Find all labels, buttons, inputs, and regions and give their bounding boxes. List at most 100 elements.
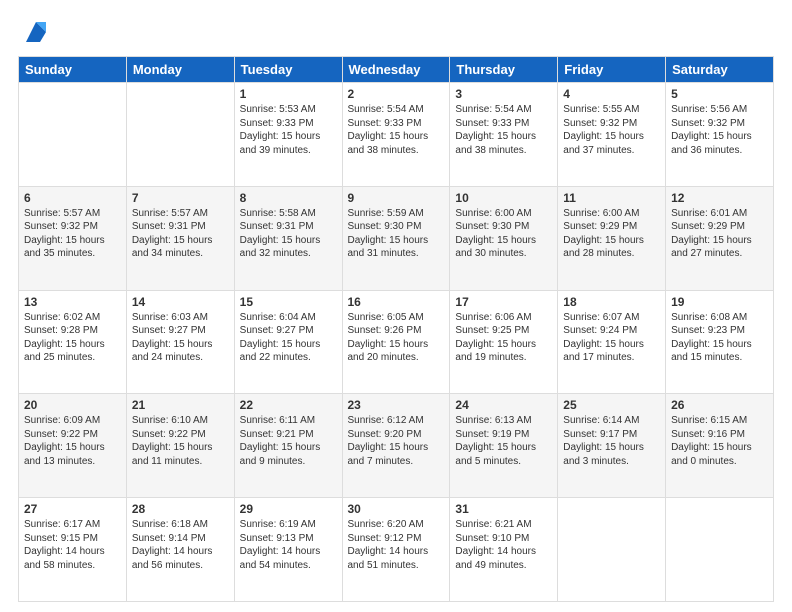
day-number: 6 [24,191,121,205]
day-cell: 10 Sunrise: 6:00 AMSunset: 9:30 PMDayligh… [450,186,558,290]
day-info: Sunrise: 6:18 AMSunset: 9:14 PMDaylight:… [132,518,229,572]
day-cell: 29 Sunrise: 6:19 AMSunset: 9:13 PMDayligh… [234,498,342,602]
day-number: 23 [348,398,445,412]
header-monday: Monday [126,57,234,83]
day-cell: 22 Sunrise: 6:11 AMSunset: 9:21 PMDayligh… [234,394,342,498]
day-number: 9 [348,191,445,205]
day-info: Sunrise: 6:00 AMSunset: 9:30 PMDaylight:… [455,207,552,261]
day-number: 3 [455,87,552,101]
day-cell [126,83,234,187]
day-cell: 27 Sunrise: 6:17 AMSunset: 9:15 PMDayligh… [19,498,127,602]
logo [18,18,50,46]
day-info: Sunrise: 5:56 AMSunset: 9:32 PMDaylight:… [671,103,768,157]
day-number: 13 [24,295,121,309]
day-cell: 18Sunrise: 6:07 AMSunset: 9:24 PMDayligh… [558,290,666,394]
day-cell: 20 Sunrise: 6:09 AMSunset: 9:22 PMDayligh… [19,394,127,498]
day-cell: 5 Sunrise: 5:56 AMSunset: 9:32 PMDaylight… [666,83,774,187]
day-number: 22 [240,398,337,412]
day-info: Sunrise: 6:00 AMSunset: 9:29 PMDaylight:… [563,207,660,261]
day-cell: 13Sunrise: 6:02 AMSunset: 9:28 PMDayligh… [19,290,127,394]
week-row-3: 13Sunrise: 6:02 AMSunset: 9:28 PMDayligh… [19,290,774,394]
day-cell: 7 Sunrise: 5:57 AMSunset: 9:31 PMDaylight… [126,186,234,290]
day-number: 17 [455,295,552,309]
day-cell: 25 Sunrise: 6:14 AMSunset: 9:17 PMDayligh… [558,394,666,498]
header-thursday: Thursday [450,57,558,83]
day-number: 10 [455,191,552,205]
header-wednesday: Wednesday [342,57,450,83]
day-number: 16 [348,295,445,309]
day-info: Sunrise: 6:12 AMSunset: 9:20 PMDaylight:… [348,414,445,468]
header-friday: Friday [558,57,666,83]
header-tuesday: Tuesday [234,57,342,83]
header [18,18,774,46]
day-cell: 15Sunrise: 6:04 AMSunset: 9:27 PMDayligh… [234,290,342,394]
day-info: Sunrise: 6:14 AMSunset: 9:17 PMDaylight:… [563,414,660,468]
day-info: Sunrise: 6:10 AMSunset: 9:22 PMDaylight:… [132,414,229,468]
day-cell [666,498,774,602]
day-number: 21 [132,398,229,412]
day-cell: 23 Sunrise: 6:12 AMSunset: 9:20 PMDayligh… [342,394,450,498]
day-cell: 9 Sunrise: 5:59 AMSunset: 9:30 PMDaylight… [342,186,450,290]
day-info: Sunrise: 6:01 AMSunset: 9:29 PMDaylight:… [671,207,768,261]
day-cell: 14Sunrise: 6:03 AMSunset: 9:27 PMDayligh… [126,290,234,394]
day-info: Sunrise: 5:53 AMSunset: 9:33 PMDaylight:… [240,103,337,157]
day-number: 19 [671,295,768,309]
day-info: Sunrise: 6:13 AMSunset: 9:19 PMDaylight:… [455,414,552,468]
day-cell: 2Sunrise: 5:54 AMSunset: 9:33 PMDaylight… [342,83,450,187]
header-sunday: Sunday [19,57,127,83]
day-info: Sunrise: 6:20 AMSunset: 9:12 PMDaylight:… [348,518,445,572]
day-info: Sunrise: 6:11 AMSunset: 9:21 PMDaylight:… [240,414,337,468]
day-number: 11 [563,191,660,205]
week-row-1: 1 Sunrise: 5:53 AMSunset: 9:33 PMDaylight… [19,83,774,187]
header-saturday: Saturday [666,57,774,83]
day-cell: 28 Sunrise: 6:18 AMSunset: 9:14 PMDayligh… [126,498,234,602]
day-number: 5 [671,87,768,101]
day-info: Sunrise: 5:59 AMSunset: 9:30 PMDaylight:… [348,207,445,261]
day-number: 4 [563,87,660,101]
day-cell: 16Sunrise: 6:05 AMSunset: 9:26 PMDayligh… [342,290,450,394]
day-info: Sunrise: 5:58 AMSunset: 9:31 PMDaylight:… [240,207,337,261]
day-number: 8 [240,191,337,205]
day-number: 27 [24,502,121,516]
day-info: Sunrise: 5:54 AMSunset: 9:33 PMDaylight:… [455,103,552,157]
day-cell: 8 Sunrise: 5:58 AMSunset: 9:31 PMDaylight… [234,186,342,290]
day-info: Sunrise: 5:55 AMSunset: 9:32 PMDaylight:… [563,103,660,157]
logo-icon [22,18,50,46]
day-info: Sunrise: 6:21 AMSunset: 9:10 PMDaylight:… [455,518,552,572]
day-number: 30 [348,502,445,516]
day-info: Sunrise: 6:07 AMSunset: 9:24 PMDaylight:… [563,311,660,365]
day-number: 28 [132,502,229,516]
day-cell: 26 Sunrise: 6:15 AMSunset: 9:16 PMDayligh… [666,394,774,498]
day-info: Sunrise: 6:17 AMSunset: 9:15 PMDaylight:… [24,518,121,572]
calendar-table: SundayMondayTuesdayWednesdayThursdayFrid… [18,56,774,602]
day-number: 2 [348,87,445,101]
day-number: 20 [24,398,121,412]
day-cell: 11 Sunrise: 6:00 AMSunset: 9:29 PMDayligh… [558,186,666,290]
day-number: 25 [563,398,660,412]
day-cell: 6 Sunrise: 5:57 AMSunset: 9:32 PMDaylight… [19,186,127,290]
day-info: Sunrise: 5:57 AMSunset: 9:32 PMDaylight:… [24,207,121,261]
day-cell: 4 Sunrise: 5:55 AMSunset: 9:32 PMDaylight… [558,83,666,187]
week-row-4: 20 Sunrise: 6:09 AMSunset: 9:22 PMDayligh… [19,394,774,498]
day-info: Sunrise: 6:09 AMSunset: 9:22 PMDaylight:… [24,414,121,468]
day-info: Sunrise: 6:19 AMSunset: 9:13 PMDaylight:… [240,518,337,572]
day-cell: 17Sunrise: 6:06 AMSunset: 9:25 PMDayligh… [450,290,558,394]
day-number: 14 [132,295,229,309]
week-row-2: 6 Sunrise: 5:57 AMSunset: 9:32 PMDaylight… [19,186,774,290]
day-info: Sunrise: 6:08 AMSunset: 9:23 PMDaylight:… [671,311,768,365]
day-number: 29 [240,502,337,516]
day-cell: 12 Sunrise: 6:01 AMSunset: 9:29 PMDayligh… [666,186,774,290]
calendar-header-row: SundayMondayTuesdayWednesdayThursdayFrid… [19,57,774,83]
day-number: 31 [455,502,552,516]
day-number: 1 [240,87,337,101]
day-number: 12 [671,191,768,205]
day-cell: 31 Sunrise: 6:21 AMSunset: 9:10 PMDayligh… [450,498,558,602]
day-number: 7 [132,191,229,205]
day-info: Sunrise: 6:15 AMSunset: 9:16 PMDaylight:… [671,414,768,468]
day-info: Sunrise: 5:57 AMSunset: 9:31 PMDaylight:… [132,207,229,261]
day-cell [558,498,666,602]
day-cell: 3 Sunrise: 5:54 AMSunset: 9:33 PMDaylight… [450,83,558,187]
page: SundayMondayTuesdayWednesdayThursdayFrid… [0,0,792,612]
day-number: 26 [671,398,768,412]
day-number: 15 [240,295,337,309]
